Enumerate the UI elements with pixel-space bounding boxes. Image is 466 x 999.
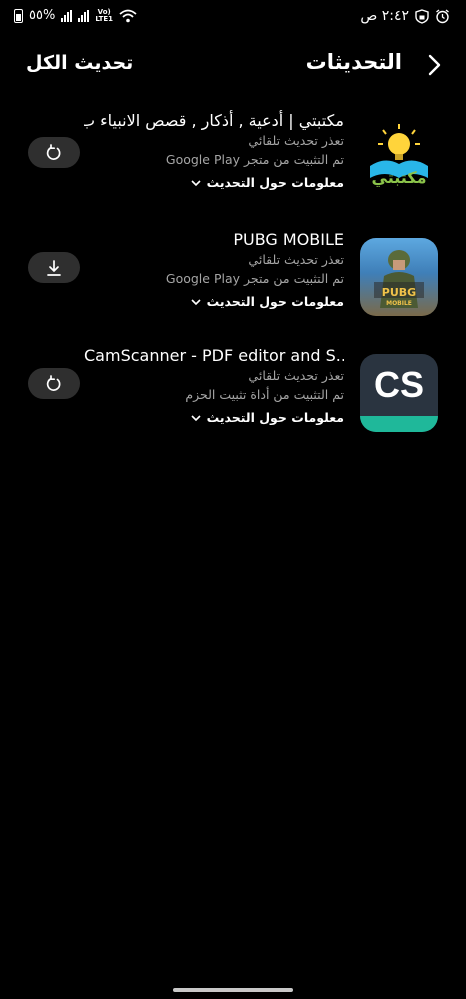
download-button[interactable]	[28, 252, 80, 283]
chevron-down-icon	[191, 298, 201, 305]
update-info-label: معلومات حول التحديث	[206, 175, 344, 190]
app-source: تم التثبيت من متجر Google Play	[165, 271, 344, 286]
update-info-link[interactable]: معلومات حول التحديث	[84, 289, 344, 315]
app-status: تعذر تحديث تلقائي	[248, 252, 344, 267]
app-status: تعذر تحديث تلقائي	[248, 368, 344, 383]
list-item: مكتبتي مكتبتي | أدعية , أذكار , قصص الان…	[0, 110, 466, 222]
app-source: تم التثبيت من متجر Google Play	[165, 152, 344, 167]
app-icon-maktabati: مكتبتي	[360, 116, 438, 194]
app-name: PUBG MOBILE	[233, 230, 344, 249]
alarm-icon	[436, 8, 449, 23]
download-icon	[47, 259, 61, 276]
page-title: التحديثات	[305, 50, 402, 74]
app-bar: تحديث الكل التحديثات	[0, 44, 466, 84]
chevron-down-icon	[191, 179, 201, 186]
app-texts: PUBG MOBILE تعذر تحديث تلقائي تم التثبيت…	[84, 229, 344, 315]
retry-button[interactable]	[28, 137, 80, 168]
update-info-link[interactable]: معلومات حول التحديث	[84, 405, 344, 431]
update-all-button[interactable]: تحديث الكل	[26, 52, 133, 74]
app-icon-text: PUBG	[381, 286, 417, 299]
home-indicator[interactable]	[173, 988, 293, 992]
battery-icon	[14, 8, 23, 23]
app-icon-text: مكتبتي	[371, 168, 427, 187]
app-icon-text: CS	[373, 364, 424, 405]
battery-percent: ٥٥%	[29, 8, 56, 23]
chevron-down-icon	[191, 414, 201, 421]
app-texts: CamScanner - PDF editor and S... تعذر تح…	[84, 345, 344, 431]
app-status: تعذر تحديث تلقائي	[248, 133, 344, 148]
refresh-icon	[46, 143, 61, 160]
app-icon-pubg: PUBG MOBILE	[360, 238, 438, 316]
retry-button[interactable]	[28, 368, 80, 399]
app-name: مكتبتي | أدعية , أذكار , قصص الانبياء ب.…	[84, 111, 344, 130]
update-info-label: معلومات حول التحديث	[206, 294, 344, 309]
chevron-right-icon[interactable]	[422, 52, 444, 78]
update-info-link[interactable]: معلومات حول التحديث	[84, 170, 344, 196]
signal-2-icon	[78, 9, 90, 22]
volte-indicator: Vo) LTE1	[95, 8, 114, 23]
app-icon-camscanner: CS	[360, 354, 438, 432]
status-bar: ٥٥% Vo) LTE1 ٢:٤٢ ص	[0, 0, 466, 34]
update-info-label: معلومات حول التحديث	[206, 410, 344, 425]
lte-label: LTE1	[95, 14, 114, 23]
vpn-lock-icon	[415, 8, 429, 24]
signal-icon	[61, 9, 73, 22]
status-bar-left: ٥٥% Vo) LTE1	[14, 8, 137, 23]
status-bar-right: ٢:٤٢ ص	[360, 8, 450, 24]
list-item: PUBG MOBILE PUBG MOBILE تعذر تحديث تلقائ…	[0, 229, 466, 341]
app-texts: مكتبتي | أدعية , أذكار , قصص الانبياء ب.…	[84, 110, 344, 196]
wifi-icon	[119, 9, 137, 22]
app-source: تم التثبيت من أداة تثبيت الحزم	[185, 387, 344, 402]
app-name: CamScanner - PDF editor and S...	[84, 346, 344, 365]
clock: ٢:٤٢ ص	[360, 8, 409, 24]
app-icon-subtext: MOBILE	[386, 300, 412, 307]
list-item: CS CamScanner - PDF editor and S... تعذر…	[0, 345, 466, 457]
refresh-icon	[46, 374, 61, 391]
